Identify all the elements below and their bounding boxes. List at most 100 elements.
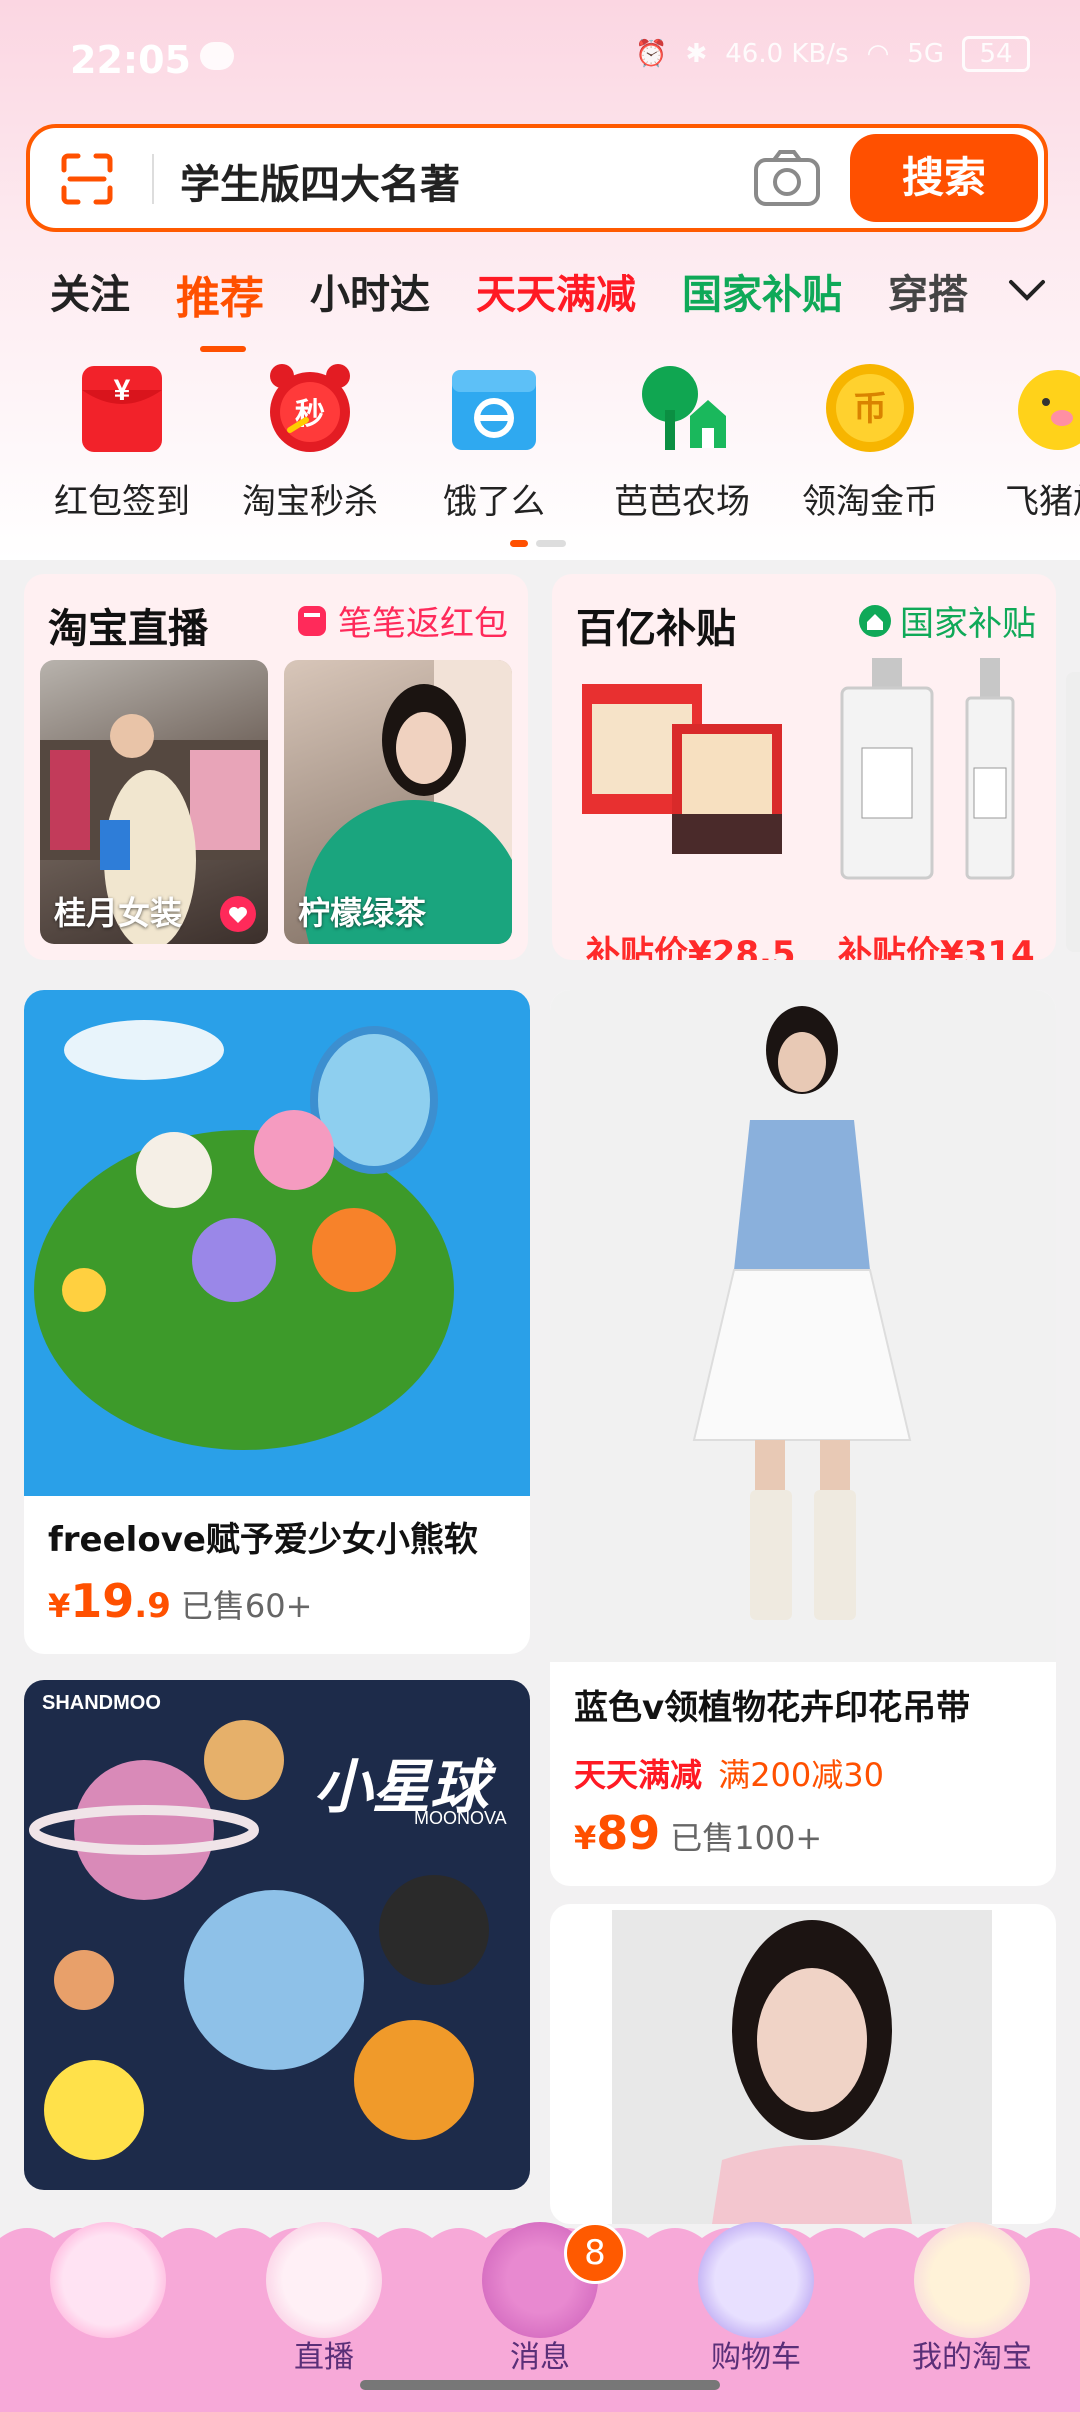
product-title: freelove赋予爱少女小熊软 xyxy=(48,1520,478,1560)
shortcut-label: 飞猪旅 xyxy=(1005,482,1080,522)
nav-live[interactable]: 直播 xyxy=(216,2218,432,2388)
shortcut-eleme[interactable]: 饿了么 xyxy=(404,360,584,523)
product-card[interactable]: 蓝色v领植物花卉印花吊带 天天满减 满200减30 ¥89 已售100+ xyxy=(550,990,1056,1886)
gold-coin-icon: 币 xyxy=(826,364,914,452)
fliggy-pig-icon xyxy=(1018,370,1080,450)
product-image-bears xyxy=(24,990,530,1496)
product-card[interactable]: freelove赋予爱少女小熊软 ¥19.9 已售60+ xyxy=(24,990,530,1654)
shortcut-flash-sale[interactable]: 秒 淘宝秒杀 xyxy=(220,360,400,523)
indicator-inactive xyxy=(536,540,566,547)
subsidy-title: 百亿补贴 xyxy=(576,606,736,652)
shortcut-label: 芭芭农场 xyxy=(614,482,750,522)
subsidy-tag: 国家补贴 xyxy=(858,596,1036,645)
tab-outfit[interactable]: 穿搭 xyxy=(888,262,968,332)
shortcut-red-envelope[interactable]: ¥ 红包签到 xyxy=(32,360,212,523)
live-thumb-1[interactable]: 桂月女装 xyxy=(40,660,268,944)
chevron-down-icon[interactable] xyxy=(1005,268,1049,312)
search-input[interactable]: 学生版四大名著 xyxy=(180,152,460,210)
product-image-dress xyxy=(550,990,1056,1662)
red-envelope-tag-icon xyxy=(298,605,326,636)
category-tabs: 关注 推荐 小时达 天天满减 国家补贴 穿搭 xyxy=(50,262,1014,352)
live-thumb-2[interactable]: 柠檬绿茶 xyxy=(284,660,512,944)
subsidy-card[interactable]: 百亿补贴 国家补贴 补贴价¥28.5 补贴价¥314 xyxy=(552,574,1056,960)
subsidy-badge-icon xyxy=(859,604,891,637)
cart-avatar-icon xyxy=(698,2222,814,2338)
product-price: ¥89 已售100+ xyxy=(574,1806,822,1860)
subsidy-price-2: 补贴价¥314 xyxy=(838,934,1035,960)
subsidy-tag-label: 国家补贴 xyxy=(900,604,1036,644)
product-title: 蓝色v领植物花卉印花吊带 xyxy=(574,1688,971,1728)
tab-hourly-delivery[interactable]: 小时达 xyxy=(310,262,430,332)
price-decimal: .9 xyxy=(134,1586,171,1626)
wechat-notification-icon xyxy=(200,42,234,70)
product-price: ¥19.9 已售60+ xyxy=(48,1574,312,1628)
eleme-box-icon xyxy=(452,370,536,450)
home-indicator[interactable] xyxy=(360,2380,720,2390)
network-speed: 46.0 KB/s xyxy=(725,39,849,69)
nav-cart[interactable]: 购物车 xyxy=(648,2218,864,2388)
live-caption: 柠檬绿茶 xyxy=(298,894,427,932)
search-button[interactable]: 搜索 xyxy=(850,134,1038,222)
svg-text:币: 币 xyxy=(853,389,887,429)
promo-badge: 天天满减 xyxy=(574,1756,703,1794)
tab-daily-discount[interactable]: 天天满减 xyxy=(476,262,636,332)
shortcut-gold-coin[interactable]: 币 领淘金币 xyxy=(780,360,960,523)
tab-recommend[interactable]: 推荐 xyxy=(176,262,264,352)
message-count-badge: 8 xyxy=(564,2222,626,2284)
search-bar[interactable]: 学生版四大名著 搜索 xyxy=(26,124,1048,232)
live-card[interactable]: 淘宝直播 笔笔返红包 桂月女装 柠檬绿茶 xyxy=(24,574,528,960)
tab-follow[interactable]: 关注 xyxy=(50,262,130,332)
search-divider xyxy=(152,154,154,204)
shortcut-fliggy[interactable]: 飞猪旅 xyxy=(966,360,1080,523)
bluetooth-icon: ✱ xyxy=(685,39,708,69)
nav-label: 消息 xyxy=(510,2340,570,2375)
product-image-model xyxy=(612,1910,992,2224)
wifi-icon: ◠ xyxy=(866,39,890,69)
sold-count: 已售100+ xyxy=(670,1819,823,1857)
live-tag-label: 笔笔返红包 xyxy=(338,604,508,644)
product-card[interactable] xyxy=(550,1904,1056,2224)
status-bar: 22:05 ⏰ ✱ 46.0 KB/s ◠ 5G 54 xyxy=(0,0,1080,120)
flash-sale-clock-icon: 秒 xyxy=(270,364,350,452)
live-avatar-icon xyxy=(266,2222,382,2338)
profile-avatar-icon xyxy=(914,2222,1030,2338)
promo-text: 满200减30 xyxy=(718,1756,884,1794)
price-currency: ¥ xyxy=(574,1819,597,1857)
tab-national-subsidy[interactable]: 国家补贴 xyxy=(682,262,842,332)
farm-tree-icon xyxy=(642,366,726,450)
system-icons: ⏰ ✱ 46.0 KB/s ◠ 5G 54 xyxy=(635,36,1030,72)
nav-home[interactable] xyxy=(0,2218,216,2388)
page-indicator xyxy=(510,540,566,547)
nav-label: 购物车 xyxy=(711,2340,801,2375)
price-currency: ¥ xyxy=(48,1587,71,1625)
indicator-active xyxy=(510,540,528,547)
home-avatar-icon xyxy=(50,2222,166,2338)
next-card-peek xyxy=(1066,672,1080,952)
price-integer: 19 xyxy=(70,1574,135,1628)
alarm-icon: ⏰ xyxy=(635,39,668,69)
books-product-image xyxy=(582,684,782,854)
product-card[interactable]: SHANDMOO 小星球 MOONOVA xyxy=(24,1680,530,2190)
live-tag: 笔笔返红包 xyxy=(294,596,508,645)
perfume-product-image xyxy=(840,658,1015,880)
shortcut-farm[interactable]: 芭芭农场 xyxy=(592,360,772,523)
shortcut-label: 领淘金币 xyxy=(802,482,938,522)
shortcut-label: 红包签到 xyxy=(54,482,190,522)
sold-count: 已售60+ xyxy=(180,1587,313,1625)
shortcut-row: ¥ 红包签到 秒 淘宝秒杀 饿了么 芭芭农场 币 领淘金币 飞猪 xyxy=(0,360,1080,540)
scan-icon[interactable] xyxy=(60,152,114,206)
battery-icon: 54 xyxy=(962,36,1030,72)
signal-icon: 5G xyxy=(907,39,944,69)
camera-icon[interactable] xyxy=(752,148,822,208)
subsidy-price-1: 补贴价¥28.5 xyxy=(586,934,796,960)
shortcut-label: 饿了么 xyxy=(443,482,545,522)
svg-text:¥: ¥ xyxy=(114,374,131,407)
heart-icon xyxy=(220,896,256,932)
live-caption: 桂月女装 xyxy=(54,894,183,932)
nav-label: 我的淘宝 xyxy=(912,2340,1032,2375)
promo-row: 天天满减 满200减30 xyxy=(574,1750,884,1796)
red-envelope-icon: ¥ xyxy=(82,366,162,452)
nav-my-taobao[interactable]: 我的淘宝 xyxy=(864,2218,1080,2388)
status-time: 22:05 xyxy=(70,38,191,82)
live-title: 淘宝直播 xyxy=(48,606,208,652)
